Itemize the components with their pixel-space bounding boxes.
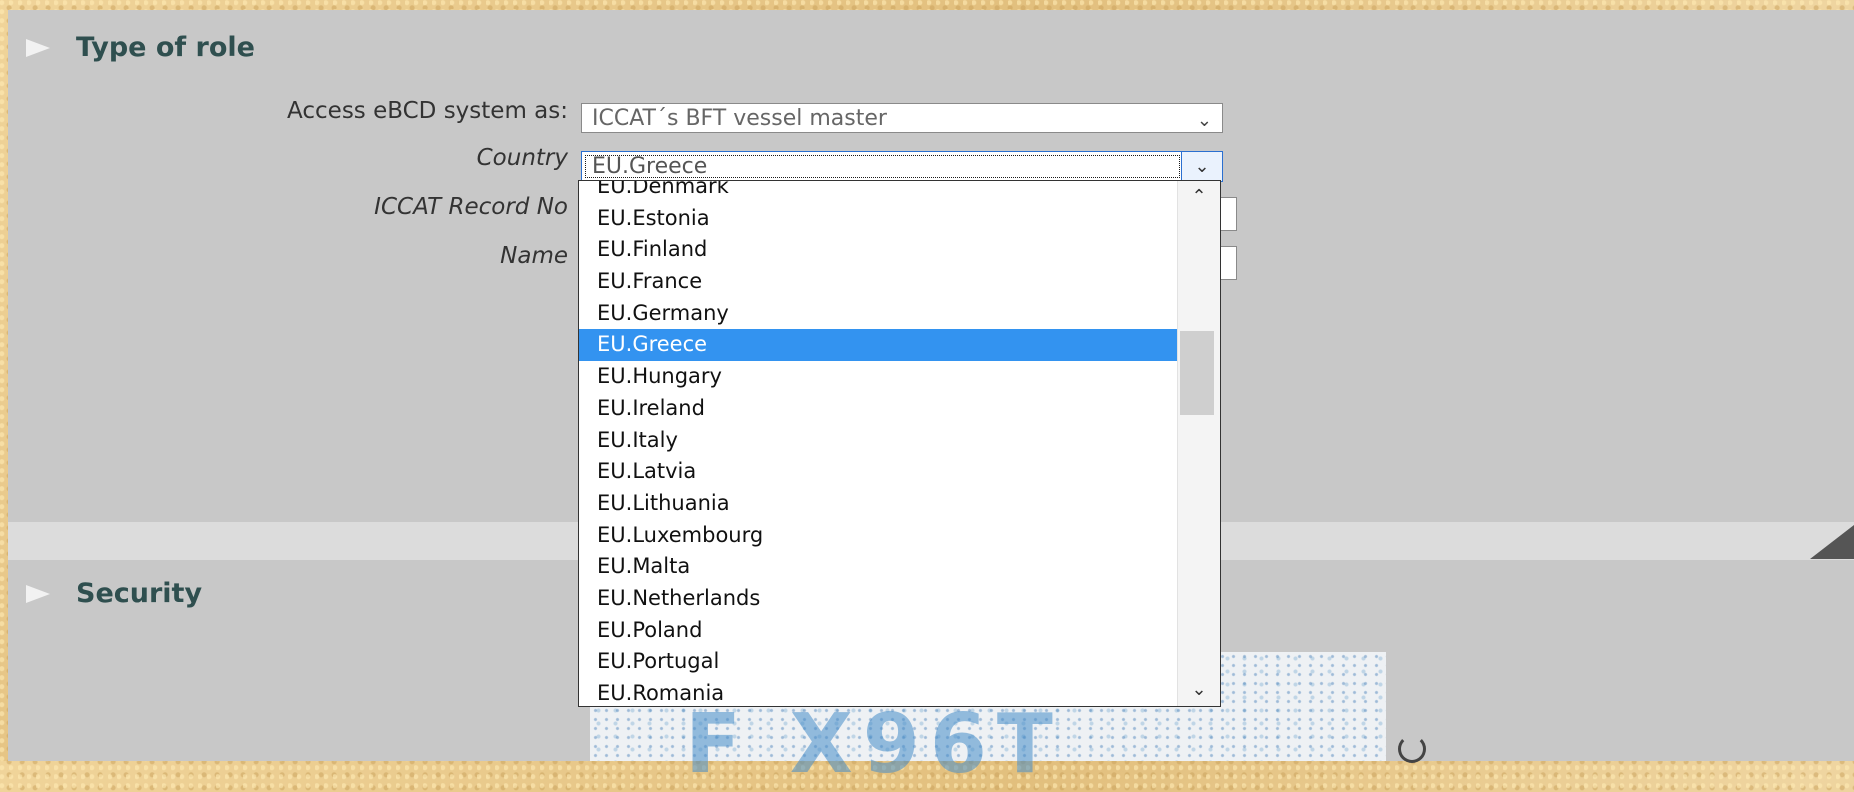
type-of-role-title: Type of role [76, 32, 255, 63]
triangle-right-icon [26, 38, 50, 57]
iccat-record-label: ICCAT Record No [374, 194, 568, 220]
access-role-select[interactable]: ICCAT´s BFT vessel master ⌄ [581, 103, 1223, 133]
refresh-icon[interactable] [1398, 735, 1426, 763]
dropdown-option[interactable]: EU.Estonia [579, 203, 1177, 235]
dropdown-option[interactable]: EU.Hungary [579, 361, 1177, 393]
dropdown-options: EU.Denmark EU.Estonia EU.Finland EU.France E… [579, 181, 1177, 706]
dropdown-option[interactable]: EU.Portugal [579, 646, 1177, 678]
country-label: Country [476, 145, 568, 171]
dropdown-option[interactable]: EU.Lithuania [579, 488, 1177, 520]
dropdown-option[interactable]: EU.Denmark [579, 181, 1177, 203]
dropdown-option[interactable]: EU.Malta [579, 551, 1177, 583]
corner-triangle-icon [1810, 525, 1854, 559]
dropdown-option[interactable]: EU.Luxembourg [579, 520, 1177, 552]
iccat-record-input[interactable] [1221, 197, 1237, 231]
access-role-value: ICCAT´s BFT vessel master [592, 106, 887, 131]
chevron-up-icon[interactable]: ⌃ [1178, 183, 1220, 211]
dropdown-option[interactable]: EU.Netherlands [579, 583, 1177, 615]
name-label: Name [500, 243, 568, 269]
security-header[interactable]: Security [26, 578, 202, 609]
access-system-label: Access eBCD system as: [287, 98, 568, 124]
dropdown-option[interactable]: EU.Greece [579, 329, 1177, 362]
captcha-text: F X96T [685, 697, 1063, 792]
country-dropdown-list[interactable]: EU.Denmark EU.Estonia EU.Finland EU.France E… [578, 180, 1221, 707]
dropdown-option[interactable]: EU.France [579, 266, 1177, 298]
type-of-role-header[interactable]: Type of role [26, 32, 255, 63]
dropdown-option[interactable]: EU.Romania [579, 678, 1177, 706]
dropdown-option[interactable]: EU.Poland [579, 615, 1177, 647]
dropdown-scrollbar[interactable]: ⌃ ⌄ [1177, 181, 1220, 706]
scroll-thumb[interactable] [1180, 331, 1214, 415]
dropdown-option[interactable]: EU.Finland [579, 234, 1177, 266]
country-value: EU.Greece [592, 154, 708, 179]
name-input[interactable] [1221, 246, 1237, 280]
dropdown-option[interactable]: EU.Italy [579, 425, 1177, 457]
dropdown-option[interactable]: EU.Latvia [579, 456, 1177, 488]
chevron-down-icon[interactable]: ⌄ [1178, 676, 1220, 704]
chevron-down-icon: ⌄ [1196, 110, 1212, 131]
dropdown-option[interactable]: EU.Germany [579, 298, 1177, 330]
country-select[interactable]: EU.Greece ⌄ [581, 151, 1223, 182]
triangle-right-icon [26, 584, 50, 603]
security-title: Security [76, 578, 203, 609]
chevron-down-icon[interactable]: ⌄ [1181, 152, 1222, 181]
dropdown-option[interactable]: EU.Ireland [579, 393, 1177, 425]
